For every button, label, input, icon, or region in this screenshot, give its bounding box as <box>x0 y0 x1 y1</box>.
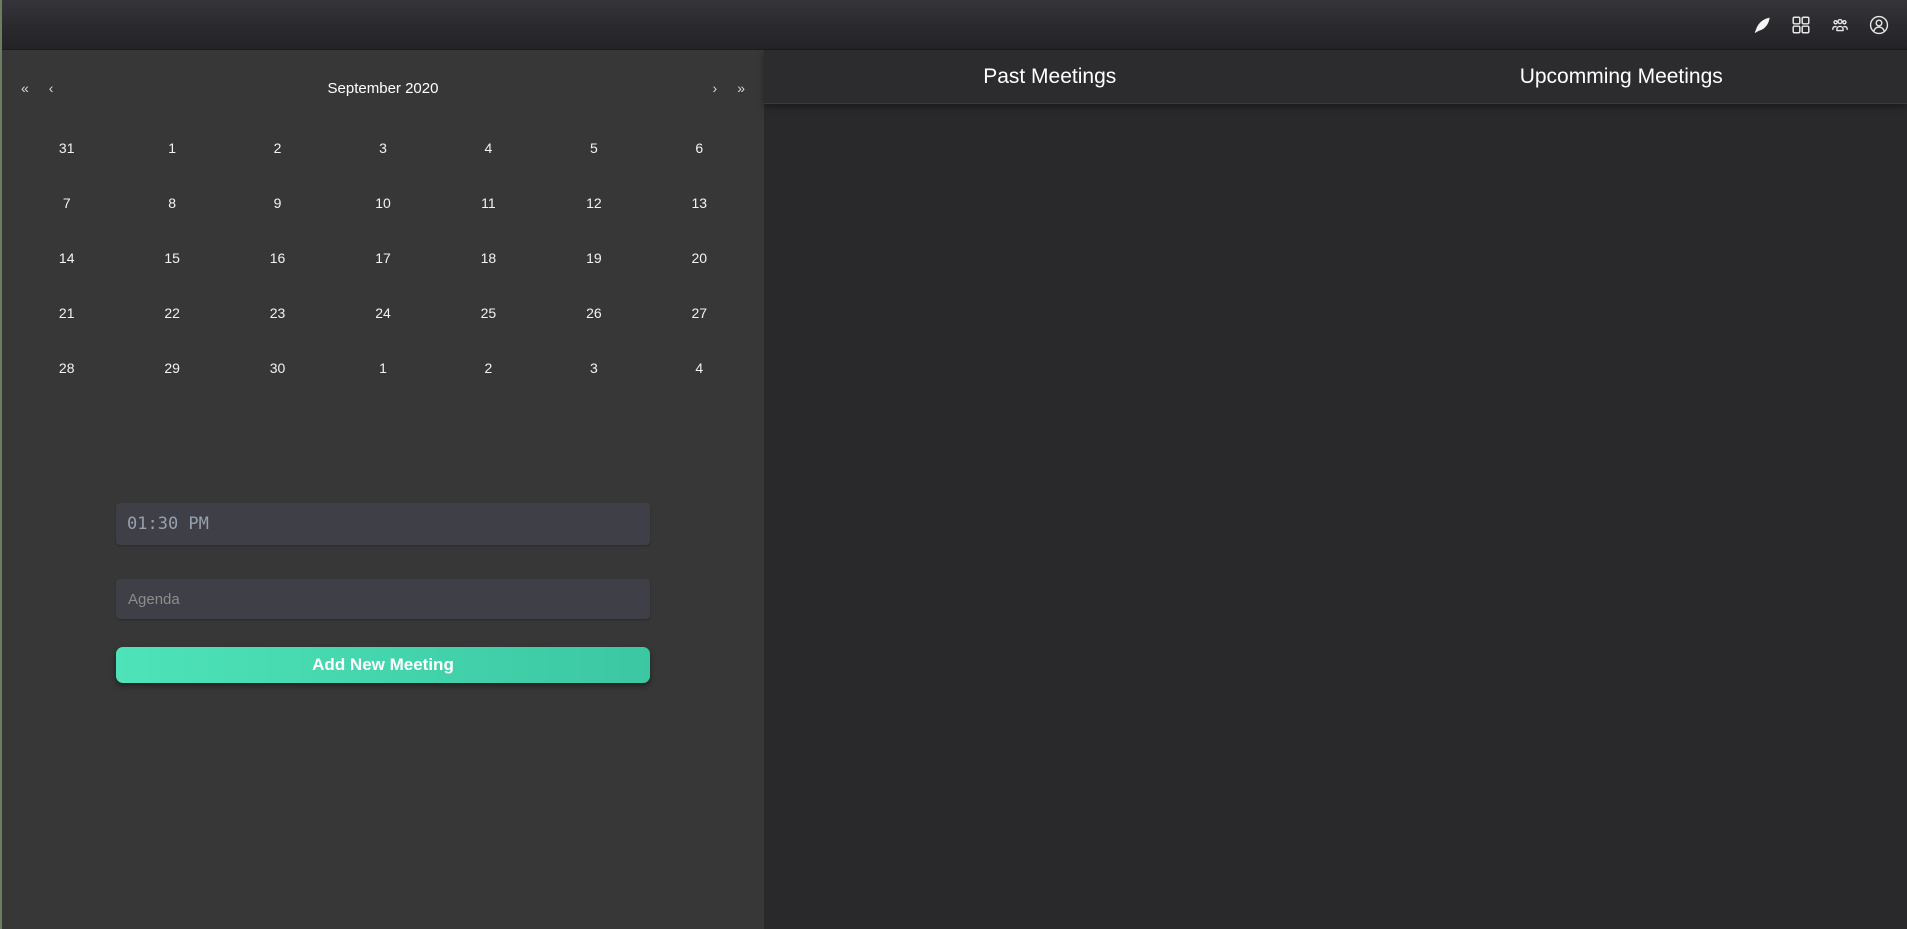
calendar-day[interactable]: 29 <box>119 340 224 395</box>
profile-icon <box>1868 14 1890 36</box>
prev-month-button[interactable]: ‹ <box>42 77 61 99</box>
calendar-day[interactable]: 14 <box>14 230 119 285</box>
calendar-day[interactable]: 27 <box>647 285 752 340</box>
calendar-day[interactable]: 2 <box>436 340 541 395</box>
calendar-day[interactable]: 13 <box>647 175 752 230</box>
month-year-label[interactable]: September 2020 <box>60 80 705 97</box>
calendar-day[interactable]: 26 <box>541 285 646 340</box>
upcoming-meetings-title: Upcomming Meetings <box>1519 64 1723 88</box>
calendar: « ‹ September 2020 › » 31 1 2 3 4 5 6 7 8 9 10 11 12… <box>2 50 764 395</box>
calendar-day[interactable]: 12 <box>541 175 646 230</box>
calendar-day[interactable]: 16 <box>225 230 330 285</box>
calendar-day[interactable]: 21 <box>14 285 119 340</box>
team-icon <box>1829 14 1851 36</box>
calendar-grid: 31 1 2 3 4 5 6 7 8 9 10 11 12 13 14 15 16 17 18 19 20 21 22 23 2… <box>14 120 752 395</box>
calendar-nav-left: « ‹ <box>14 77 60 99</box>
calendar-day[interactable]: 7 <box>14 175 119 230</box>
calendar-day[interactable]: 10 <box>330 175 435 230</box>
next-month-button[interactable]: › <box>706 77 725 99</box>
next-year-button[interactable]: » <box>730 77 752 99</box>
top-navbar <box>2 0 1907 50</box>
calendar-day[interactable]: 11 <box>436 175 541 230</box>
calendar-navigation: « ‹ September 2020 › » <box>14 70 752 106</box>
meetings-list-area <box>764 104 1907 929</box>
new-meeting-form: Add New Meeting <box>116 503 650 683</box>
calendar-day[interactable]: 8 <box>119 175 224 230</box>
calendar-day[interactable]: 20 <box>647 230 752 285</box>
calendar-day[interactable]: 3 <box>541 340 646 395</box>
calendar-day[interactable]: 2 <box>225 120 330 175</box>
apps-grid-icon <box>1790 14 1812 36</box>
calendar-day[interactable]: 9 <box>225 175 330 230</box>
apps-grid-button[interactable] <box>1789 13 1813 37</box>
right-panel: Past Meetings Upcomming Meetings <box>764 50 1907 929</box>
calendar-day[interactable]: 30 <box>225 340 330 395</box>
calendar-day[interactable]: 6 <box>647 120 752 175</box>
calendar-day[interactable]: 5 <box>541 120 646 175</box>
calendar-day[interactable]: 17 <box>330 230 435 285</box>
meetings-header: Past Meetings Upcomming Meetings <box>764 50 1907 104</box>
calendar-day[interactable]: 25 <box>436 285 541 340</box>
calendar-day[interactable]: 24 <box>330 285 435 340</box>
calendar-day[interactable]: 31 <box>14 120 119 175</box>
calendar-day[interactable]: 1 <box>119 120 224 175</box>
calendar-day[interactable]: 3 <box>330 120 435 175</box>
app-root: « ‹ September 2020 › » 31 1 2 3 4 5 6 7 8 9 10 11 12… <box>0 0 1907 929</box>
profile-button[interactable] <box>1867 13 1891 37</box>
calendar-day[interactable]: 4 <box>436 120 541 175</box>
meeting-time-input[interactable] <box>116 503 650 545</box>
team-button[interactable] <box>1828 13 1852 37</box>
past-meetings-title: Past Meetings <box>983 64 1117 88</box>
calendar-nav-right: › » <box>706 77 752 99</box>
calendar-day[interactable]: 18 <box>436 230 541 285</box>
calendar-day[interactable]: 28 <box>14 340 119 395</box>
left-panel: « ‹ September 2020 › » 31 1 2 3 4 5 6 7 8 9 10 11 12… <box>2 50 764 929</box>
add-meeting-button[interactable]: Add New Meeting <box>116 647 650 683</box>
main-area: « ‹ September 2020 › » 31 1 2 3 4 5 6 7 8 9 10 11 12… <box>2 50 1907 929</box>
feather-button[interactable] <box>1750 13 1774 37</box>
feather-icon <box>1751 14 1773 36</box>
calendar-day[interactable]: 1 <box>330 340 435 395</box>
calendar-day[interactable]: 4 <box>647 340 752 395</box>
calendar-day[interactable]: 22 <box>119 285 224 340</box>
calendar-day[interactable]: 15 <box>119 230 224 285</box>
prev-year-button[interactable]: « <box>14 77 36 99</box>
agenda-input[interactable] <box>116 579 650 619</box>
calendar-day[interactable]: 19 <box>541 230 646 285</box>
calendar-day[interactable]: 23 <box>225 285 330 340</box>
